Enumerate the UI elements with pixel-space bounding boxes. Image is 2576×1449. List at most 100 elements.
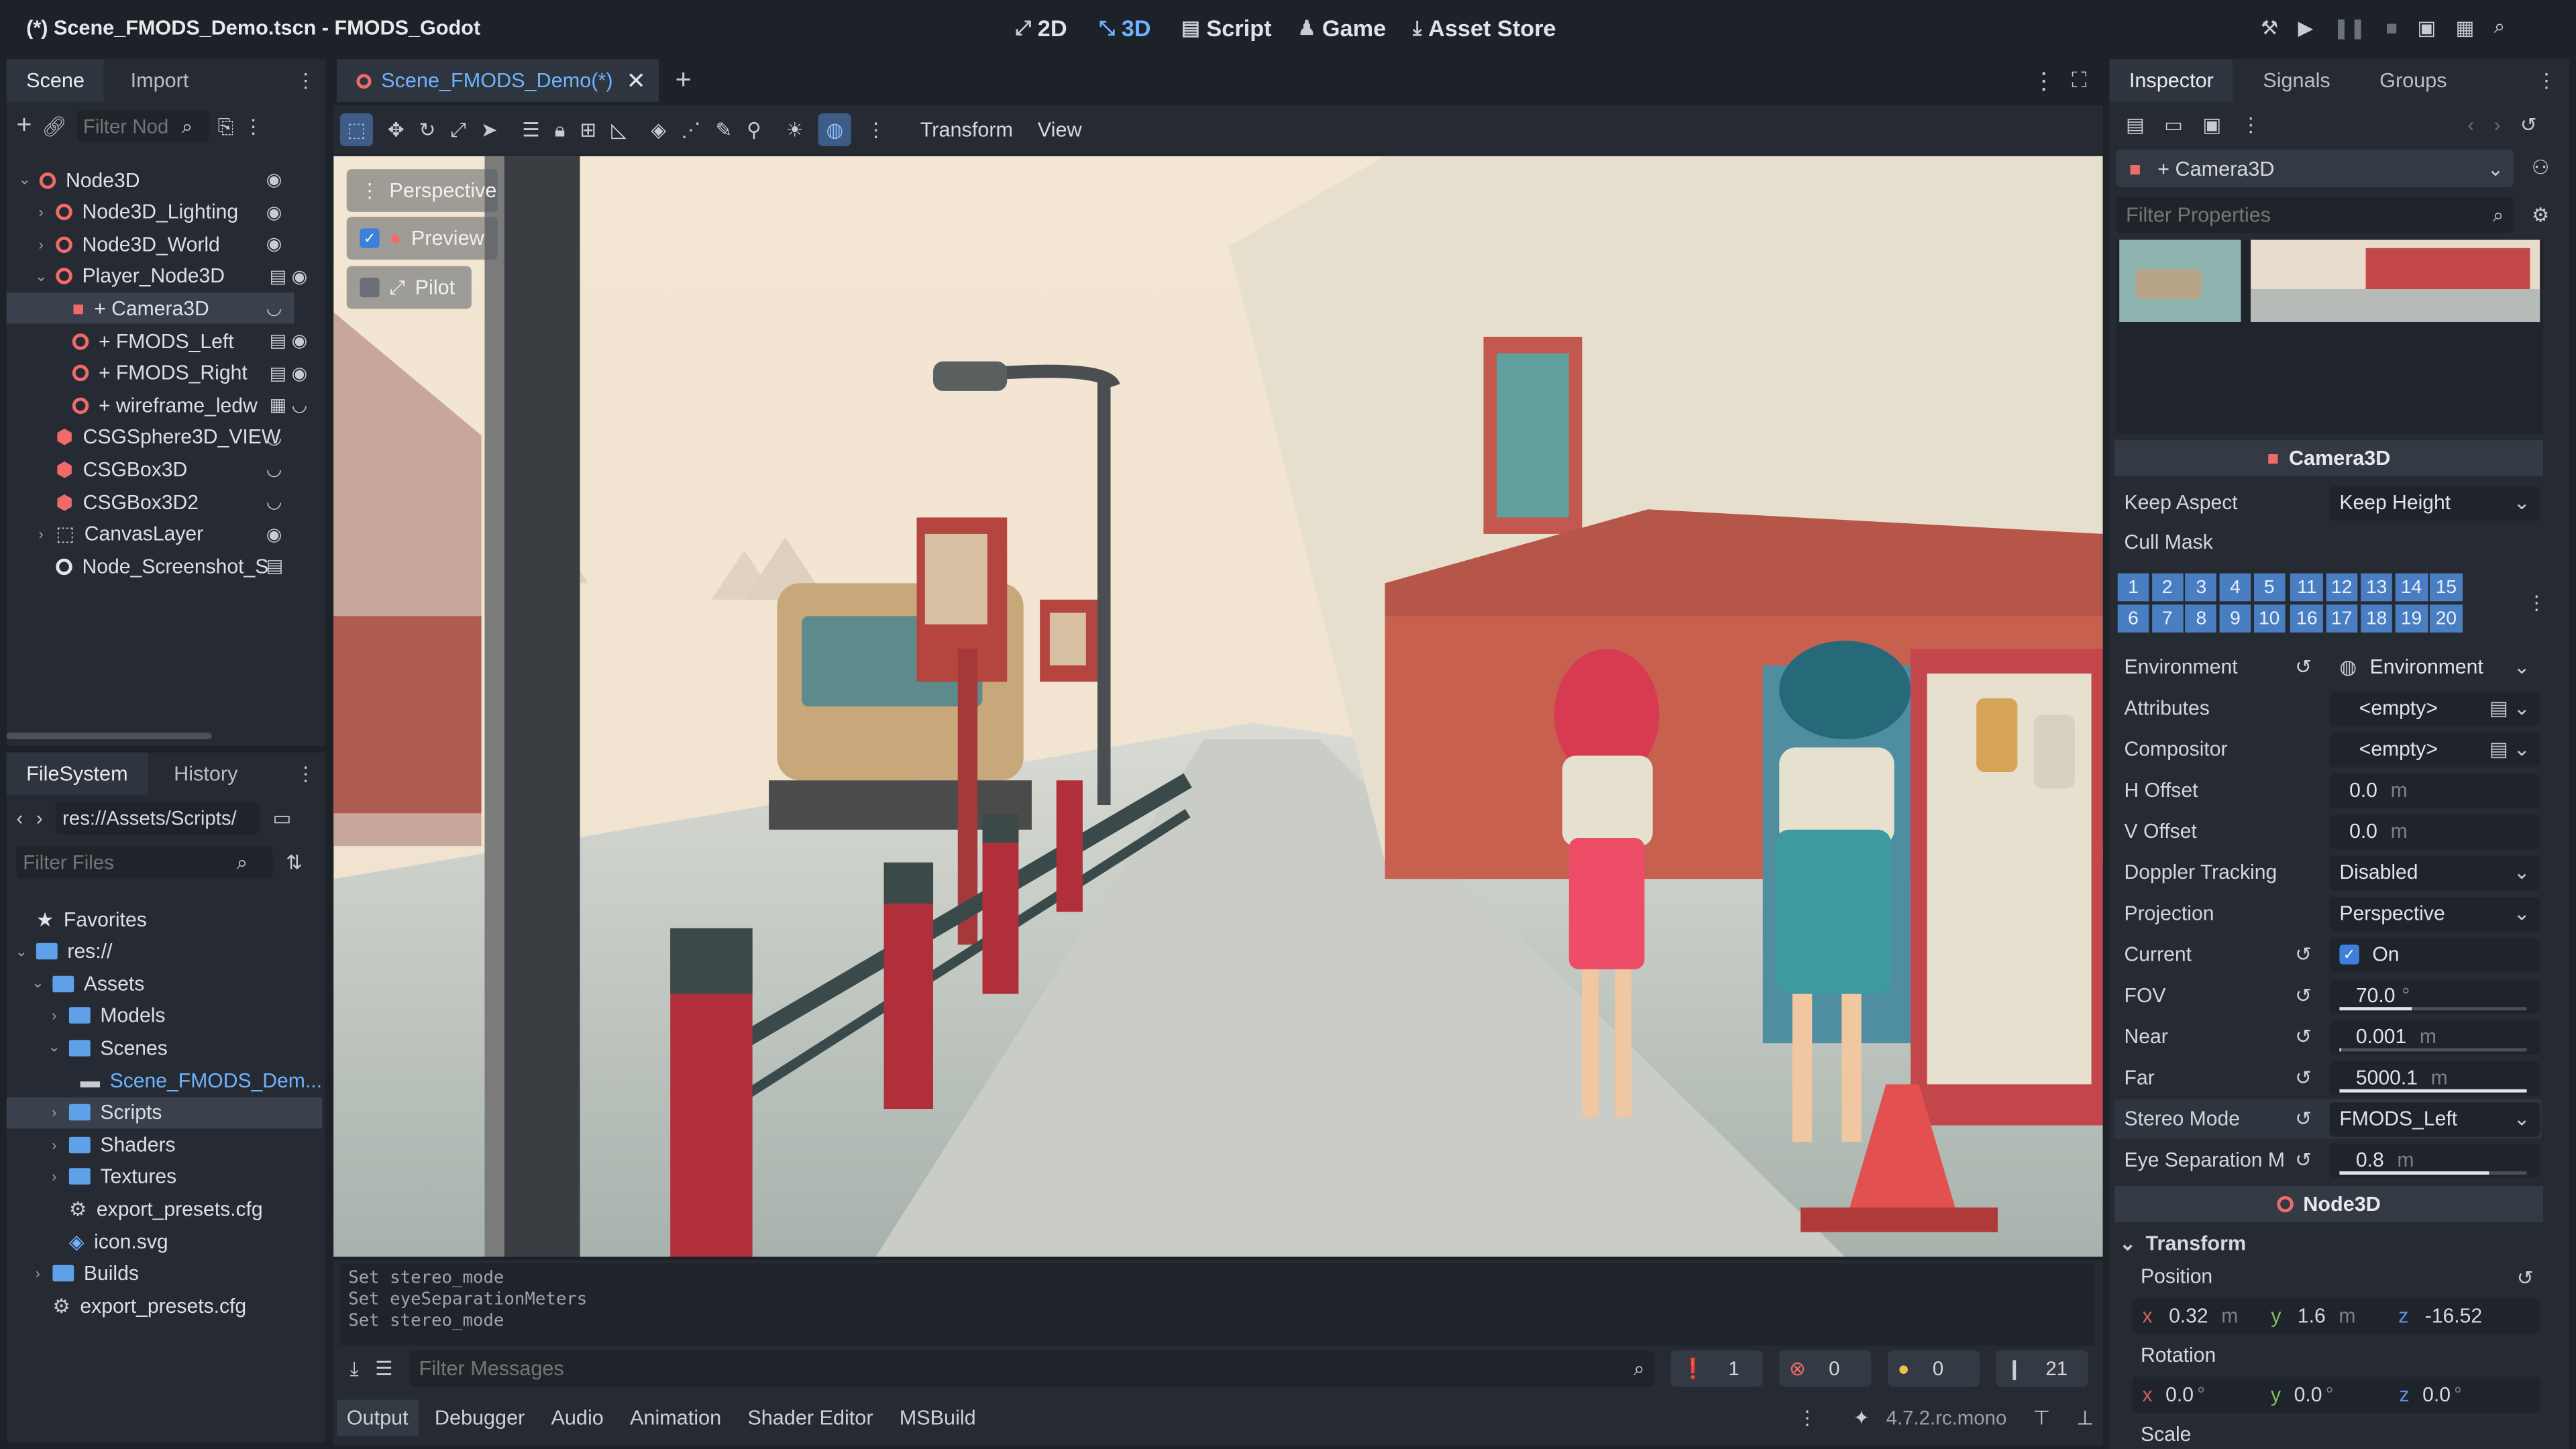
tab-output[interactable]: Output — [337, 1399, 419, 1436]
section-camera3d[interactable]: ■ Camera3D — [2114, 440, 2544, 477]
cull-layer-cell[interactable]: 12 — [2325, 573, 2358, 602]
filter-messages-input[interactable] — [419, 1356, 1634, 1381]
tab-2d[interactable]: ⤢ 2D — [1015, 15, 1067, 41]
visibility-hidden-icon[interactable]: ◡ — [266, 459, 282, 480]
far-slider[interactable]: 5000.1 m — [2329, 1060, 2540, 1095]
dock-icon[interactable]: ⊤ — [2033, 1406, 2050, 1429]
message-filter-button[interactable]: ❙ 21 — [1996, 1350, 2088, 1387]
file-item[interactable]: ⌄ res:// — [7, 936, 322, 967]
visibility-eye-icon[interactable]: ▤ ◉ — [270, 330, 307, 352]
scene-node[interactable]: › Node3D_World ◉ — [7, 229, 294, 260]
cull-layer-cell[interactable]: 16 — [2290, 604, 2323, 633]
rotate-mode-icon[interactable]: ↻ — [419, 118, 436, 141]
tab-asset-store[interactable]: ⤓ Asset Store — [1413, 15, 1556, 41]
doppler-dropdown[interactable]: Disabled ⌄ — [2329, 855, 2540, 890]
scene-node[interactable]: ■ + Camera3D ◡ — [6, 292, 294, 325]
visibility-hidden-icon[interactable]: ▦ ◡ — [270, 394, 307, 416]
cull-layer-cell[interactable]: 4 — [2219, 573, 2251, 602]
keep-aspect-dropdown[interactable]: Keep Height ⌄ — [2329, 485, 2540, 521]
warning-filter-button[interactable]: ● 0 — [1888, 1350, 1980, 1387]
tab-debugger[interactable]: Debugger — [425, 1400, 535, 1436]
open-folder-icon[interactable]: ▭ — [2164, 113, 2183, 136]
cull-layer-cell[interactable]: 6 — [2117, 604, 2149, 633]
tab-animation[interactable]: Animation — [620, 1400, 731, 1436]
preview-toggle[interactable]: ✓ ● Preview — [346, 217, 498, 260]
tab-signals[interactable]: Signals — [2243, 59, 2350, 102]
tab-inspector[interactable]: Inspector — [2109, 59, 2234, 102]
environment-resource[interactable]: ◍ Environment ⌄ — [2330, 650, 2540, 684]
expand-arrow-icon[interactable]: › — [30, 1265, 46, 1281]
property-settings-icon[interactable]: ⚙ — [2532, 204, 2549, 227]
transform-group[interactable]: ⌄ Transform — [2119, 1229, 2246, 1258]
history-icon[interactable]: ↺ — [2520, 113, 2537, 136]
file-item[interactable]: ◈ icon.svg — [7, 1226, 322, 1257]
docs-icon[interactable]: ⚇ — [2532, 156, 2549, 179]
tab-filesystem[interactable]: FileSystem — [6, 752, 148, 796]
environment-icon[interactable]: ◍ — [818, 113, 851, 146]
cull-layer-cell[interactable]: 8 — [2186, 604, 2217, 633]
horizontal-scrollbar[interactable] — [6, 733, 212, 740]
kebab-menu-icon[interactable]: ⋮ — [2032, 67, 2055, 95]
file-item[interactable]: › Shaders — [7, 1129, 322, 1161]
tab-audio[interactable]: Audio — [541, 1400, 614, 1436]
eye-separation-slider[interactable]: 0.8 m — [2329, 1142, 2540, 1177]
expand-arrow-icon[interactable]: › — [46, 1136, 62, 1152]
move-mode-icon[interactable]: ✥ — [388, 118, 405, 141]
tab-scene[interactable]: Scene — [6, 59, 105, 102]
stop-icon[interactable]: ■ — [2385, 15, 2398, 38]
revert-icon[interactable]: ↺ — [2295, 1108, 2312, 1130]
pause-icon[interactable]: ❚❚ — [2333, 15, 2366, 38]
kebab-menu-icon[interactable]: ⋮ — [244, 115, 263, 138]
expand-arrow-icon[interactable]: › — [33, 204, 49, 220]
visibility-hidden-icon[interactable]: ◡ — [266, 427, 282, 448]
select-mode-icon[interactable]: ⬚ — [339, 113, 373, 146]
scene-node[interactable]: ⌄ Player_Node3D ▤ ◉ — [7, 261, 307, 292]
cull-layer-cell[interactable]: 9 — [2219, 604, 2251, 633]
scene-node[interactable]: › ⬚ CanvasLayer ◉ — [7, 519, 294, 550]
position-vector[interactable]: x 0.32 m y 1.6 m z -16.52 — [2132, 1297, 2540, 1334]
list-select-icon[interactable]: ☰ — [522, 118, 539, 141]
expand-arrow-icon[interactable]: › — [46, 1169, 62, 1185]
kebab-menu-icon[interactable]: ⋮ — [296, 69, 315, 92]
kebab-menu-icon[interactable]: ⋮ — [1797, 1406, 1817, 1429]
file-item[interactable]: ⚙ export_presets.cfg — [7, 1290, 322, 1322]
pin-icon[interactable]: ⊥ — [2076, 1406, 2094, 1429]
visibility-eye-icon[interactable]: ◉ — [266, 169, 282, 191]
visibility-eye-icon[interactable]: ◉ — [266, 233, 282, 255]
cull-mask-grid[interactable]: 1 2 3 4 5 11 12 13 14 15 6 7 8 9 10 16 17 18 19 20 — [2117, 573, 2496, 636]
visibility-eye-icon[interactable]: ◉ — [266, 523, 282, 545]
local-space-icon[interactable]: ◈ — [651, 118, 666, 141]
sort-icon[interactable]: ⇅ — [286, 851, 303, 874]
file-item[interactable]: ⌄ Assets — [7, 968, 322, 1000]
scene-node[interactable]: ⬢ CSGSphere3D_VIEW ◡ — [7, 422, 294, 453]
revert-icon[interactable]: ↺ — [2295, 1025, 2312, 1048]
scene-node[interactable]: ⌄ Node3D ◉ — [7, 164, 294, 196]
play-scene-icon[interactable]: ▣ — [2417, 15, 2436, 38]
pin-icon[interactable]: ⚲ — [747, 118, 761, 141]
save-icon[interactable]: ▣ — [2202, 113, 2221, 136]
tab-import[interactable]: Import — [111, 59, 209, 102]
scene-node[interactable]: + FMODS_Right ▤ ◉ — [7, 358, 307, 389]
snap-icon[interactable]: ⋰ — [681, 118, 700, 141]
file-item[interactable]: ★ Favorites — [7, 904, 322, 935]
projection-dropdown[interactable]: Perspective ⌄ — [2329, 896, 2540, 931]
clear-output-icon[interactable]: ⤓ — [350, 1356, 359, 1381]
pilot-toggle[interactable]: ⤢ Pilot — [346, 266, 472, 309]
kebab-menu-icon[interactable]: ⋮ — [2241, 113, 2261, 136]
play-custom-icon[interactable]: ▦ — [2456, 15, 2475, 38]
group-icon[interactable]: ⊞ — [580, 118, 596, 141]
cull-layer-cell[interactable]: 13 — [2360, 573, 2393, 602]
cull-layer-cell[interactable]: 7 — [2151, 604, 2183, 633]
paint-icon[interactable]: ✎ — [716, 118, 733, 141]
filter-files-input[interactable] — [23, 851, 237, 874]
kebab-menu-icon[interactable]: ⋮ — [2527, 592, 2546, 614]
script-icon[interactable]: ▤ — [266, 555, 283, 577]
tab-groups[interactable]: Groups — [2360, 59, 2467, 102]
expand-arrow-icon[interactable]: › — [33, 236, 49, 252]
lock-icon[interactable]: 🔒︎ — [555, 117, 566, 142]
view-menu[interactable]: View — [1038, 118, 1082, 141]
revert-icon[interactable]: ↺ — [2517, 1267, 2534, 1289]
current-checkbox[interactable]: ✓ On — [2329, 937, 2540, 972]
remote-debug-icon[interactable]: ⚒ — [2261, 15, 2278, 38]
file-item[interactable]: › Models — [7, 1000, 322, 1032]
